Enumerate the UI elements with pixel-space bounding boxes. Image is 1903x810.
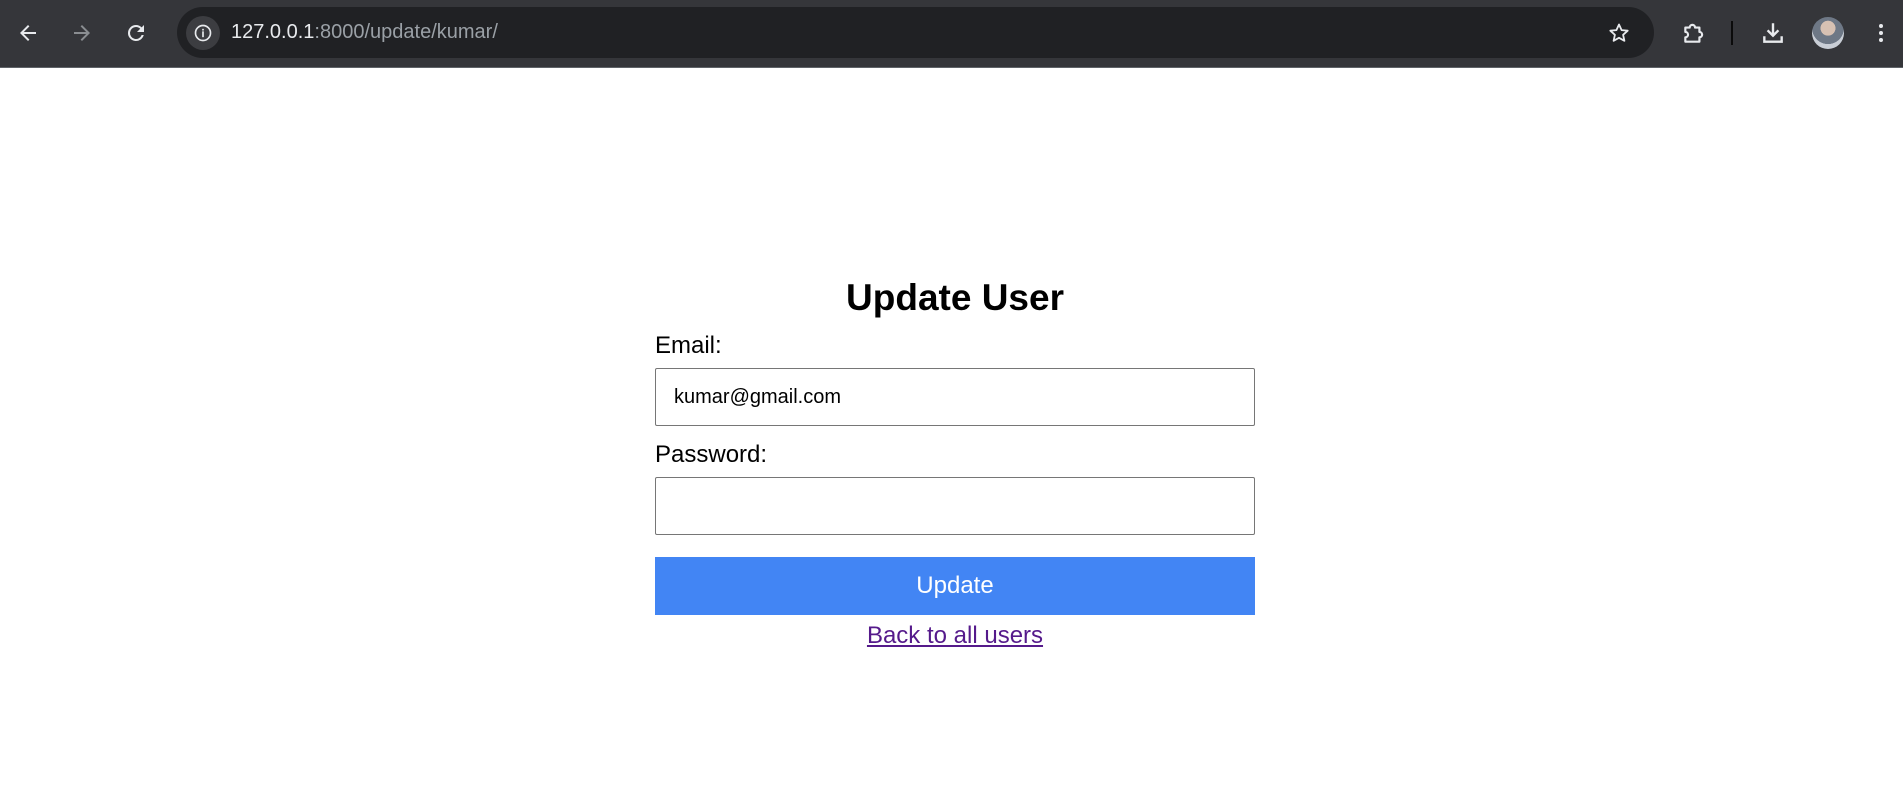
download-icon [1763,23,1783,43]
bookmark-button[interactable] [1606,20,1632,46]
back-button[interactable] [14,14,42,52]
url-path: :8000/update/kumar/ [314,21,498,43]
puzzle-icon [1684,23,1704,43]
site-info-button[interactable] [186,16,220,50]
toolbar-divider [1731,21,1733,45]
email-field[interactable] [655,368,1255,426]
forward-button[interactable] [68,14,96,52]
address-bar[interactable]: 127.0.0.1:8000/update/kumar/ [177,7,1654,58]
downloads-button[interactable] [1756,16,1790,50]
page-title: Update User [846,277,1064,318]
password-label: Password: [655,441,768,468]
email-label: Email: [655,332,722,359]
reload-button[interactable] [122,14,150,52]
update-user-form: Update User Email: Password: Update Back… [655,274,1255,649]
more-vertical-icon [1879,24,1883,42]
browser-toolbar: 127.0.0.1:8000/update/kumar/ [0,0,1903,68]
arrow-left-icon [20,25,36,41]
info-icon [194,24,212,42]
extensions-button[interactable] [1677,16,1711,50]
update-button[interactable]: Update [655,557,1255,615]
browser-menu-button[interactable] [1864,16,1898,50]
arrow-right-icon [74,25,90,41]
url-text[interactable]: 127.0.0.1:8000/update/kumar/ [231,7,498,58]
star-icon [1609,23,1629,42]
profile-avatar[interactable] [1812,17,1844,49]
password-field[interactable] [655,477,1255,535]
url-host: 127.0.0.1 [231,21,315,43]
reload-icon [127,24,144,41]
back-to-users-link[interactable]: Back to all users [655,622,1255,650]
page-content: Update User Email: Password: Update Back… [0,69,1903,810]
